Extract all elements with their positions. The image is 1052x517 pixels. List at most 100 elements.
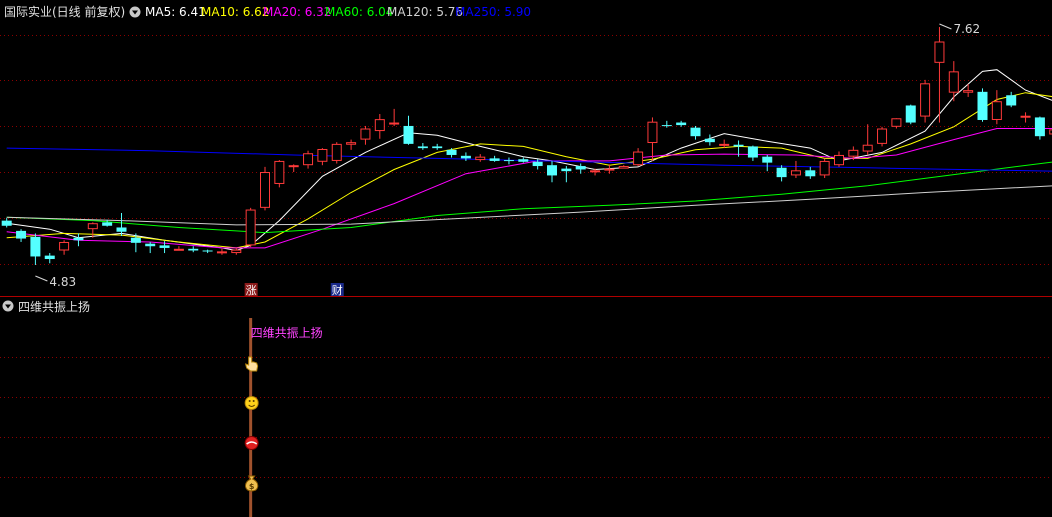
ma-legend-item: MA20: 6.32 — [263, 5, 331, 19]
candle — [934, 27, 945, 123]
candle-body — [173, 248, 184, 251]
candle — [288, 164, 299, 173]
candle — [260, 166, 270, 211]
candle-body — [1020, 115, 1031, 118]
candle — [202, 249, 213, 254]
ma-legend-item: MA60: 6.04 — [325, 5, 393, 19]
candle-body — [1006, 95, 1017, 106]
candle-body — [1, 220, 12, 226]
candle — [647, 117, 658, 161]
candle — [188, 246, 199, 253]
candle — [389, 108, 400, 126]
candle-body — [260, 172, 270, 208]
candle-body — [618, 166, 629, 169]
candle — [891, 118, 902, 129]
candle-body — [676, 122, 687, 126]
candle-body — [30, 236, 41, 257]
candle — [446, 148, 457, 158]
candle — [977, 88, 988, 122]
candle-body — [891, 118, 902, 127]
candle-body — [245, 209, 256, 246]
ma-toggle-icon[interactable] — [129, 6, 141, 18]
candle — [403, 115, 414, 145]
candle-body — [475, 156, 486, 161]
candle — [920, 79, 931, 123]
candle — [44, 253, 55, 264]
candle — [173, 246, 184, 251]
candle — [16, 229, 27, 242]
candle — [991, 90, 1002, 125]
candle-body — [834, 154, 844, 166]
candle — [1006, 91, 1017, 108]
marker-text: 财 — [332, 283, 343, 297]
candle — [661, 120, 672, 128]
candle — [87, 222, 98, 238]
candle-body — [862, 144, 873, 152]
candle-body — [1034, 117, 1045, 137]
candle-body — [991, 101, 1002, 120]
candle — [417, 143, 428, 150]
ma-legend-item: MA10: 6.62 — [201, 5, 269, 19]
candle — [303, 150, 314, 169]
candle — [374, 114, 385, 139]
stock-chart: 国际实业(日线 前复权) MA5: 6.41MA10: 6.62MA20: 6.… — [0, 4, 1052, 517]
candle-body — [590, 170, 601, 173]
event-marker[interactable]: 涨 — [244, 283, 258, 297]
sub-panel-toggle-icon[interactable] — [2, 300, 14, 312]
candle-body — [547, 165, 557, 176]
candle-body — [188, 248, 199, 251]
candle-body — [719, 143, 730, 146]
candle-body — [733, 144, 744, 147]
svg-text:$: $ — [249, 482, 255, 491]
candle-body — [963, 90, 974, 93]
candle-body — [503, 160, 514, 162]
candle-body — [16, 230, 27, 239]
signal-label: 四维共振上扬 — [251, 325, 323, 340]
candle-body — [518, 159, 529, 162]
candle-body — [704, 138, 715, 143]
candle — [216, 248, 227, 255]
high-price-pointer — [939, 23, 952, 30]
candle — [1020, 112, 1031, 123]
candle-body — [374, 119, 385, 132]
candle-body — [360, 128, 371, 140]
candle-body — [216, 251, 227, 254]
candle-body — [59, 241, 70, 251]
candle — [762, 154, 773, 172]
candle-body — [460, 155, 471, 159]
marker-text: 涨 — [246, 284, 257, 297]
ma-line-ma250 — [6, 147, 1052, 172]
candle-body — [159, 245, 170, 248]
candle-body — [116, 227, 127, 232]
candle-body — [317, 148, 328, 162]
candle — [805, 166, 816, 179]
candle — [547, 160, 557, 183]
candle-body — [604, 168, 615, 171]
candle-body — [417, 146, 428, 149]
candle-body — [977, 91, 988, 120]
candle-body — [819, 160, 830, 176]
candle — [790, 160, 801, 178]
candle-body — [532, 161, 543, 167]
candle-body — [331, 143, 342, 161]
candle — [747, 145, 758, 161]
candle — [503, 157, 514, 165]
event-marker[interactable]: 财 — [330, 283, 344, 297]
candle — [690, 125, 701, 140]
candle-body — [877, 128, 888, 144]
candle-body — [274, 160, 285, 184]
candle-body — [145, 243, 156, 247]
candle-body — [920, 83, 931, 117]
red-ball-icon — [244, 436, 259, 450]
candle-body — [690, 127, 701, 137]
event-markers: 涨财 — [244, 283, 344, 297]
ma-line-ma10 — [6, 92, 1052, 249]
candle — [245, 207, 256, 248]
candle — [776, 165, 787, 182]
candle — [862, 124, 873, 155]
candle-body — [432, 146, 443, 149]
signal-column: $ — [244, 318, 259, 517]
candle — [475, 154, 486, 162]
candle-body — [403, 125, 414, 144]
candle-body — [762, 156, 773, 163]
